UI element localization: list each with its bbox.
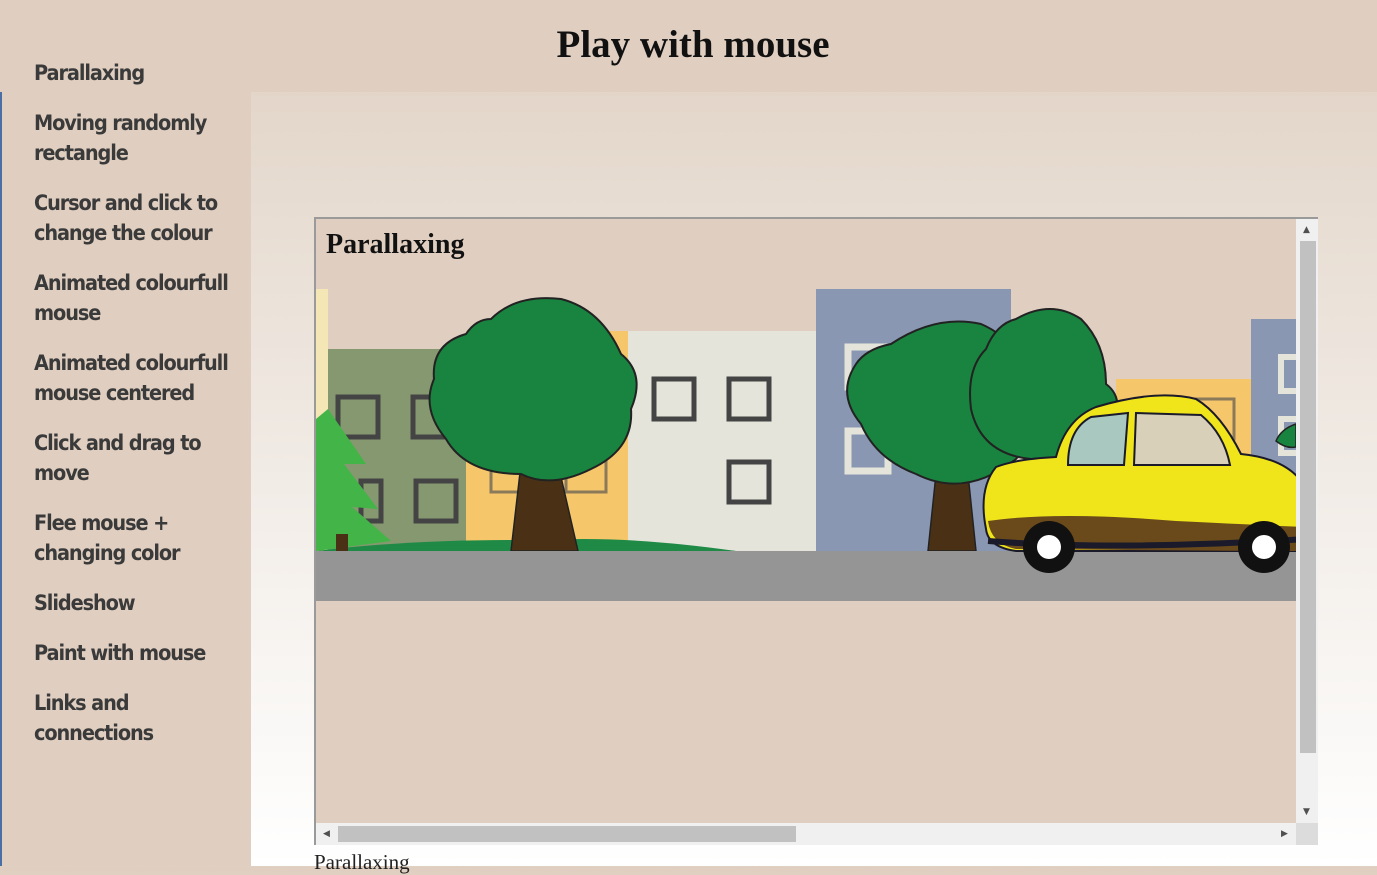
- nav-item-animated-mouse-centered[interactable]: Animated colourfull mouse centered: [34, 348, 232, 408]
- nav-item-moving-rectangle[interactable]: Moving randomly rectangle: [34, 108, 232, 168]
- sidebar-nav: Parallaxing Moving randomly rectangle Cu…: [34, 58, 249, 768]
- nav-item-paint-mouse[interactable]: Paint with mouse: [34, 638, 232, 668]
- vertical-scrollbar[interactable]: ▲ ▼: [1296, 219, 1318, 823]
- road: [316, 551, 1296, 601]
- vertical-scroll-thumb[interactable]: [1300, 241, 1316, 753]
- scrollbar-corner: [1296, 823, 1318, 845]
- parallax-scene[interactable]: [316, 289, 1296, 601]
- scroll-up-icon[interactable]: ▲: [1303, 225, 1310, 235]
- nav-item-slideshow[interactable]: Slideshow: [34, 588, 232, 618]
- demo-caption: Parallaxing: [314, 850, 410, 874]
- scroll-left-icon[interactable]: ◀: [323, 829, 330, 839]
- demo-iframe[interactable]: Parallaxing ▲ ▼ ◀ ▶: [314, 217, 1318, 845]
- nav-item-animated-mouse[interactable]: Animated colourfull mouse: [34, 268, 232, 328]
- horizontal-scroll-thumb[interactable]: [338, 826, 796, 842]
- horizontal-scrollbar[interactable]: ◀ ▶: [316, 823, 1296, 845]
- scroll-down-icon[interactable]: ▼: [1303, 807, 1310, 817]
- nav-item-links-connections[interactable]: Links and connections: [34, 688, 232, 748]
- scroll-right-icon[interactable]: ▶: [1281, 829, 1288, 839]
- nav-item-click-drag[interactable]: Click and drag to move: [34, 428, 232, 488]
- nav-item-flee-mouse[interactable]: Flee mouse + changing color: [34, 508, 232, 568]
- building-beige: [628, 331, 818, 551]
- demo-title: Parallaxing: [326, 229, 465, 260]
- nav-item-parallaxing[interactable]: Parallaxing: [34, 58, 232, 88]
- nav-item-cursor-click-colour[interactable]: Cursor and click to change the colour: [34, 188, 232, 248]
